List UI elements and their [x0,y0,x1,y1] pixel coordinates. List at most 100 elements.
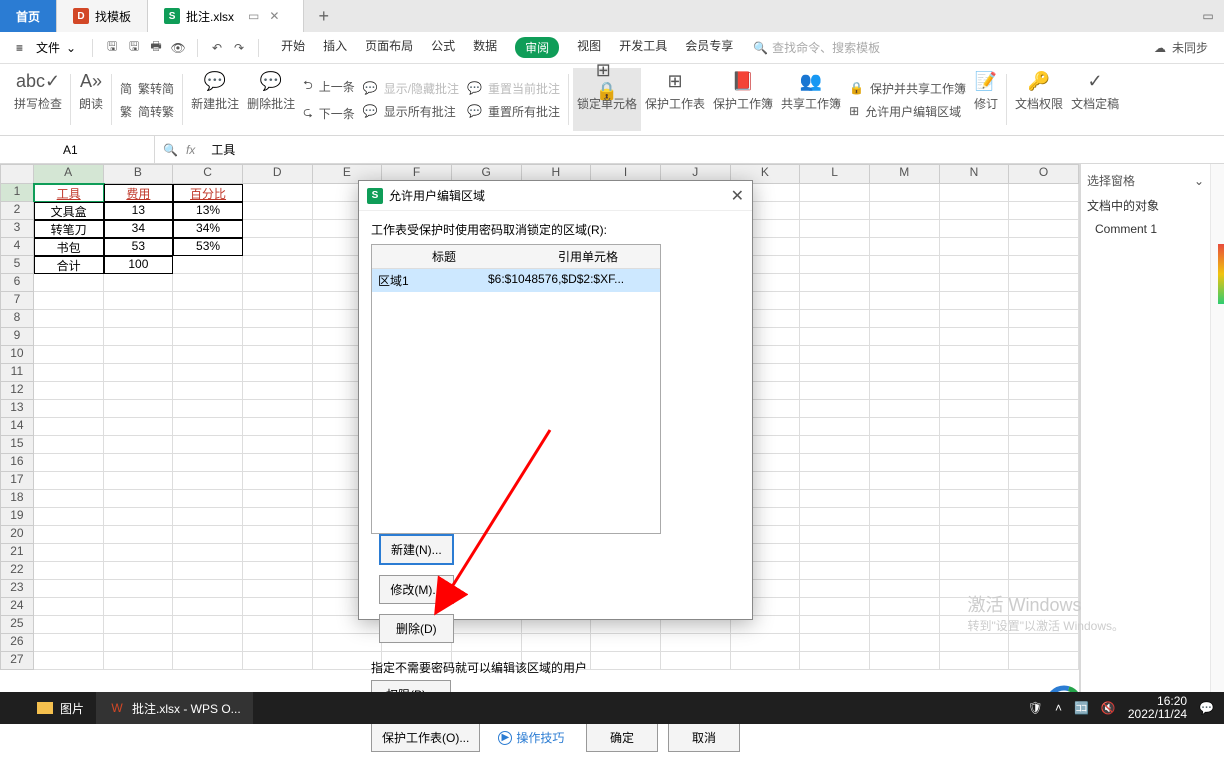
zoom-icon[interactable]: 🔍 [163,143,178,157]
cell[interactable] [173,580,243,598]
cell[interactable] [34,346,104,364]
cell[interactable]: 转笔刀 [34,220,104,238]
cell[interactable] [173,418,243,436]
cell[interactable] [870,328,940,346]
select-all-corner[interactable] [0,164,34,184]
cell[interactable] [800,400,870,418]
cell[interactable] [243,526,313,544]
cell[interactable]: 34 [104,220,174,238]
reset-all-comments-button[interactable]: 💬重置所有批注 [463,101,564,122]
cell[interactable] [1009,184,1079,202]
print-icon[interactable]: 🖶 [147,39,165,57]
cell[interactable] [104,598,174,616]
cell[interactable] [800,454,870,472]
taskbar-pictures[interactable]: 图片 [24,692,96,724]
cancel-button[interactable]: 取消 [668,723,740,752]
tab-home[interactable]: 首页 [0,0,57,32]
cell[interactable] [104,418,174,436]
cell[interactable] [104,346,174,364]
cell[interactable] [173,562,243,580]
row-header[interactable]: 11 [0,364,34,382]
cell[interactable] [870,634,940,652]
cell[interactable] [173,436,243,454]
cell[interactable] [243,364,313,382]
row-header[interactable]: 4 [0,238,34,256]
cell[interactable] [243,292,313,310]
cell[interactable] [870,382,940,400]
cell[interactable] [243,382,313,400]
cell[interactable] [34,454,104,472]
cell[interactable] [1009,562,1079,580]
cell[interactable] [1009,508,1079,526]
read-aloud-button[interactable]: A» 朗读 [75,68,107,131]
cell[interactable] [173,508,243,526]
cell[interactable] [940,652,1010,670]
lock-cell-button[interactable]: ⊞🔒 锁定单元格 [573,68,641,131]
cell[interactable] [243,472,313,490]
cell[interactable] [940,454,1010,472]
protect-sheet-button[interactable]: ⊞ 保护工作表 [641,68,709,131]
column-header[interactable]: N [940,164,1010,184]
cell[interactable] [800,652,870,670]
cell[interactable] [243,346,313,364]
cell[interactable] [1009,634,1079,652]
taskbar-wps[interactable]: W 批注.xlsx - WPS O... [96,692,253,724]
cell[interactable]: 53 [104,238,174,256]
column-header[interactable]: A [34,164,104,184]
doc-final-button[interactable]: ✓ 文档定稿 [1067,68,1123,131]
cell[interactable] [173,634,243,652]
cell[interactable] [243,616,313,634]
cell[interactable] [870,238,940,256]
cell[interactable] [104,436,174,454]
cell[interactable] [243,418,313,436]
cell[interactable] [243,184,313,202]
modify-region-button[interactable]: 修改(M)... [379,575,454,604]
row-header[interactable]: 12 [0,382,34,400]
cell[interactable] [800,598,870,616]
cell[interactable] [940,382,1010,400]
cell[interactable] [800,436,870,454]
row-header[interactable]: 15 [0,436,34,454]
ribbon-tab-dev[interactable]: 开发工具 [619,37,667,58]
cell[interactable] [870,508,940,526]
cell[interactable] [173,472,243,490]
cell[interactable] [800,184,870,202]
cell[interactable] [1009,274,1079,292]
cell[interactable] [870,652,940,670]
cell[interactable] [34,634,104,652]
cell[interactable] [1009,238,1079,256]
cell[interactable] [104,508,174,526]
cell[interactable]: 34% [173,220,243,238]
cell[interactable] [800,616,870,634]
protect-workbook-button[interactable]: 📕 保护工作簿 [709,68,777,131]
cell[interactable] [800,562,870,580]
show-hide-comment-button[interactable]: 💬显示/隐藏批注 [359,78,463,99]
cell[interactable] [1009,418,1079,436]
ribbon-tab-layout[interactable]: 页面布局 [365,37,413,58]
cell[interactable] [800,346,870,364]
revisions-button[interactable]: 📝 修订 [970,68,1002,131]
cell[interactable] [870,256,940,274]
cell[interactable] [34,544,104,562]
cell[interactable] [173,454,243,472]
notification-icon[interactable]: 💬 [1199,701,1214,715]
cell[interactable] [104,364,174,382]
cell[interactable] [870,616,940,634]
column-header[interactable]: M [870,164,940,184]
trad-to-simp-button[interactable]: 简繁转简 [116,78,178,99]
cell[interactable] [34,436,104,454]
ribbon-tab-start[interactable]: 开始 [281,37,305,58]
row-header[interactable]: 1 [0,184,34,202]
cell[interactable] [243,634,313,652]
cell[interactable] [34,490,104,508]
print-preview-icon[interactable]: 👁 [169,39,187,57]
cell[interactable]: 100 [104,256,174,274]
row-header[interactable]: 10 [0,346,34,364]
column-header[interactable]: C [173,164,243,184]
cell[interactable] [243,202,313,220]
cell[interactable] [800,220,870,238]
cell[interactable] [940,310,1010,328]
cell[interactable] [243,238,313,256]
cell[interactable] [800,364,870,382]
cell[interactable] [34,364,104,382]
